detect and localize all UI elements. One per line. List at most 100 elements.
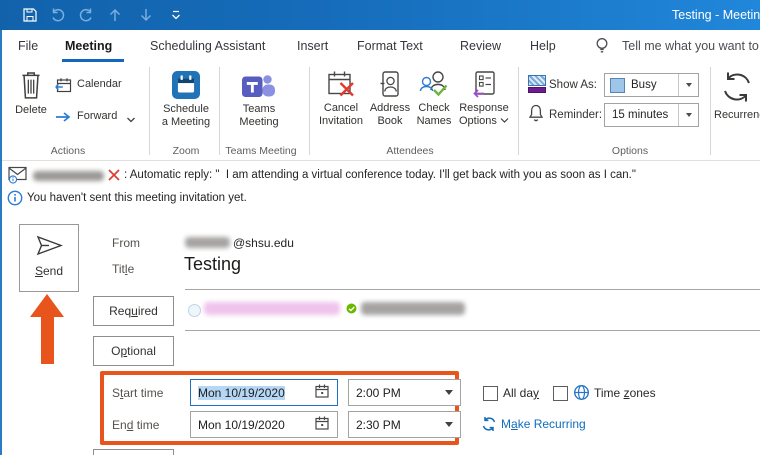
end-date-field[interactable]: Mon 10/19/2020	[190, 411, 338, 438]
from-address-suffix[interactable]: @shsu.edu	[233, 236, 294, 250]
lightbulb-icon	[594, 36, 610, 59]
reminder-label: Reminder:	[549, 109, 603, 121]
teams-meeting-button[interactable]: Teams Meeting	[228, 66, 290, 129]
dropdown-arrow-icon[interactable]	[445, 422, 453, 427]
address-book-icon	[379, 70, 401, 102]
delete-label: Delete	[15, 104, 47, 116]
field-separator	[185, 289, 760, 290]
info-circle-icon	[7, 190, 23, 209]
mail-info-icon	[8, 166, 29, 187]
group-divider	[219, 67, 220, 155]
show-as-chevron-icon[interactable]	[678, 74, 698, 96]
group-divider	[309, 67, 310, 155]
group-divider	[149, 67, 150, 155]
teams-label-line1: Teams	[242, 103, 276, 115]
dropdown-arrow-icon[interactable]	[445, 390, 453, 395]
schedule-label-line1: Schedule	[163, 103, 209, 115]
required-button[interactable]: Required	[93, 296, 174, 326]
cancel-label-line2: Invitation	[318, 115, 364, 127]
response-options-button[interactable]: Response Options	[456, 66, 512, 128]
make-recurring-link[interactable]: Make Recurring	[501, 417, 586, 431]
address-book-button[interactable]: Address Book	[368, 66, 412, 128]
forward-label: Forward	[77, 110, 118, 122]
from-label: From	[112, 236, 140, 250]
end-time-value: 2:30 PM	[356, 417, 401, 432]
time-zones-label[interactable]: Time zones	[594, 386, 656, 400]
show-as-value: Busy	[631, 79, 657, 91]
cancel-label-line1: Cancel	[323, 102, 359, 114]
blurred-attendee-chip-selected[interactable]	[204, 302, 340, 315]
response-options-label-line2: Options	[456, 115, 512, 128]
group-divider	[710, 67, 711, 155]
schedule-a-meeting-button[interactable]: Schedule a Meeting	[155, 66, 217, 129]
reminder-value: 15 minutes	[612, 109, 669, 121]
unsent-invitation-text: You haven't sent this meeting invitation…	[27, 192, 247, 204]
globe-icon	[573, 384, 590, 404]
all-day-label[interactable]: All day	[503, 386, 539, 400]
response-options-label-line1: Response	[459, 102, 509, 114]
time-zones-checkbox[interactable]	[553, 386, 568, 401]
move-down-icon[interactable]	[138, 7, 154, 23]
tab-scheduling-assistant[interactable]: Scheduling Assistant	[150, 39, 265, 53]
window-left-border	[0, 30, 2, 455]
schedule-label-line2: a Meeting	[161, 116, 211, 128]
reminder-bell-icon	[528, 104, 544, 126]
show-as-dropdown[interactable]: Busy	[604, 73, 699, 97]
remove-x-icon[interactable]	[108, 169, 120, 184]
start-time-dropdown[interactable]: 2:00 PM	[348, 379, 461, 406]
send-label: Send	[34, 264, 64, 278]
reminder-dropdown[interactable]: 15 minutes	[604, 103, 699, 127]
cancel-invitation-button[interactable]: Cancel Invitation	[314, 66, 368, 128]
calendar-icon	[55, 78, 72, 96]
blurred-from-address	[185, 237, 230, 248]
response-options-chevron-icon	[500, 118, 509, 123]
recurrence-button[interactable]: Recurrence	[714, 66, 760, 122]
delete-button[interactable]: Delete	[8, 66, 54, 117]
tab-help[interactable]: Help	[530, 39, 556, 53]
date-picker-icon[interactable]	[314, 383, 330, 402]
recurrence-label: Recurrence	[714, 109, 760, 121]
check-names-label-line2: Names	[416, 115, 452, 127]
forward-button[interactable]: Forward	[55, 110, 135, 127]
check-names-icon	[419, 70, 449, 102]
move-up-icon[interactable]	[107, 7, 123, 23]
address-book-label-line1: Address	[369, 102, 411, 114]
check-names-button[interactable]: Check Names	[412, 66, 456, 128]
end-date-value: Mon 10/19/2020	[198, 417, 285, 432]
forward-dropdown-chevron-icon[interactable]	[126, 113, 136, 127]
start-time-label: Start time	[112, 386, 164, 400]
calendar-button[interactable]: Calendar	[55, 77, 122, 96]
teams-label-line2: Meeting	[239, 116, 279, 128]
ribbon-divider	[0, 160, 760, 161]
zoom-schedule-meeting-icon	[172, 71, 200, 103]
check-names-label-line1: Check	[418, 102, 450, 114]
blurred-attendee-chip[interactable]	[361, 302, 465, 315]
active-tab-underline	[62, 59, 124, 62]
show-as-icon	[528, 75, 546, 93]
tell-me-box[interactable]: Tell me what you want to do	[622, 39, 760, 53]
tab-review[interactable]: Review	[460, 39, 501, 53]
location-button-partial[interactable]	[93, 449, 174, 455]
start-time-value: 2:00 PM	[356, 385, 401, 400]
date-picker-icon[interactable]	[314, 415, 330, 434]
outlook-meeting-window: Testing - Meeting File Meeting Schedulin…	[0, 0, 760, 455]
start-date-field[interactable]: Mon 10/19/2020	[190, 379, 338, 406]
all-day-checkbox[interactable]	[483, 386, 498, 401]
customize-toolbar-chevron-icon[interactable]	[168, 7, 184, 23]
title-value[interactable]: Testing	[184, 254, 241, 275]
field-separator	[185, 330, 760, 331]
tab-meeting[interactable]: Meeting	[65, 39, 112, 53]
teams-icon	[240, 71, 278, 103]
redo-icon[interactable]	[78, 7, 94, 23]
reminder-chevron-icon[interactable]	[678, 104, 698, 126]
forward-arrow-icon	[55, 112, 72, 127]
tab-format-text[interactable]: Format Text	[357, 39, 423, 53]
optional-button[interactable]: Optional	[93, 336, 174, 366]
tab-insert[interactable]: Insert	[297, 39, 328, 53]
undo-icon[interactable]	[50, 7, 66, 23]
save-icon[interactable]	[22, 7, 38, 23]
trash-icon	[19, 70, 43, 104]
send-button[interactable]: Send	[19, 224, 79, 292]
end-time-dropdown[interactable]: 2:30 PM	[348, 411, 461, 438]
tab-file[interactable]: File	[18, 39, 38, 53]
